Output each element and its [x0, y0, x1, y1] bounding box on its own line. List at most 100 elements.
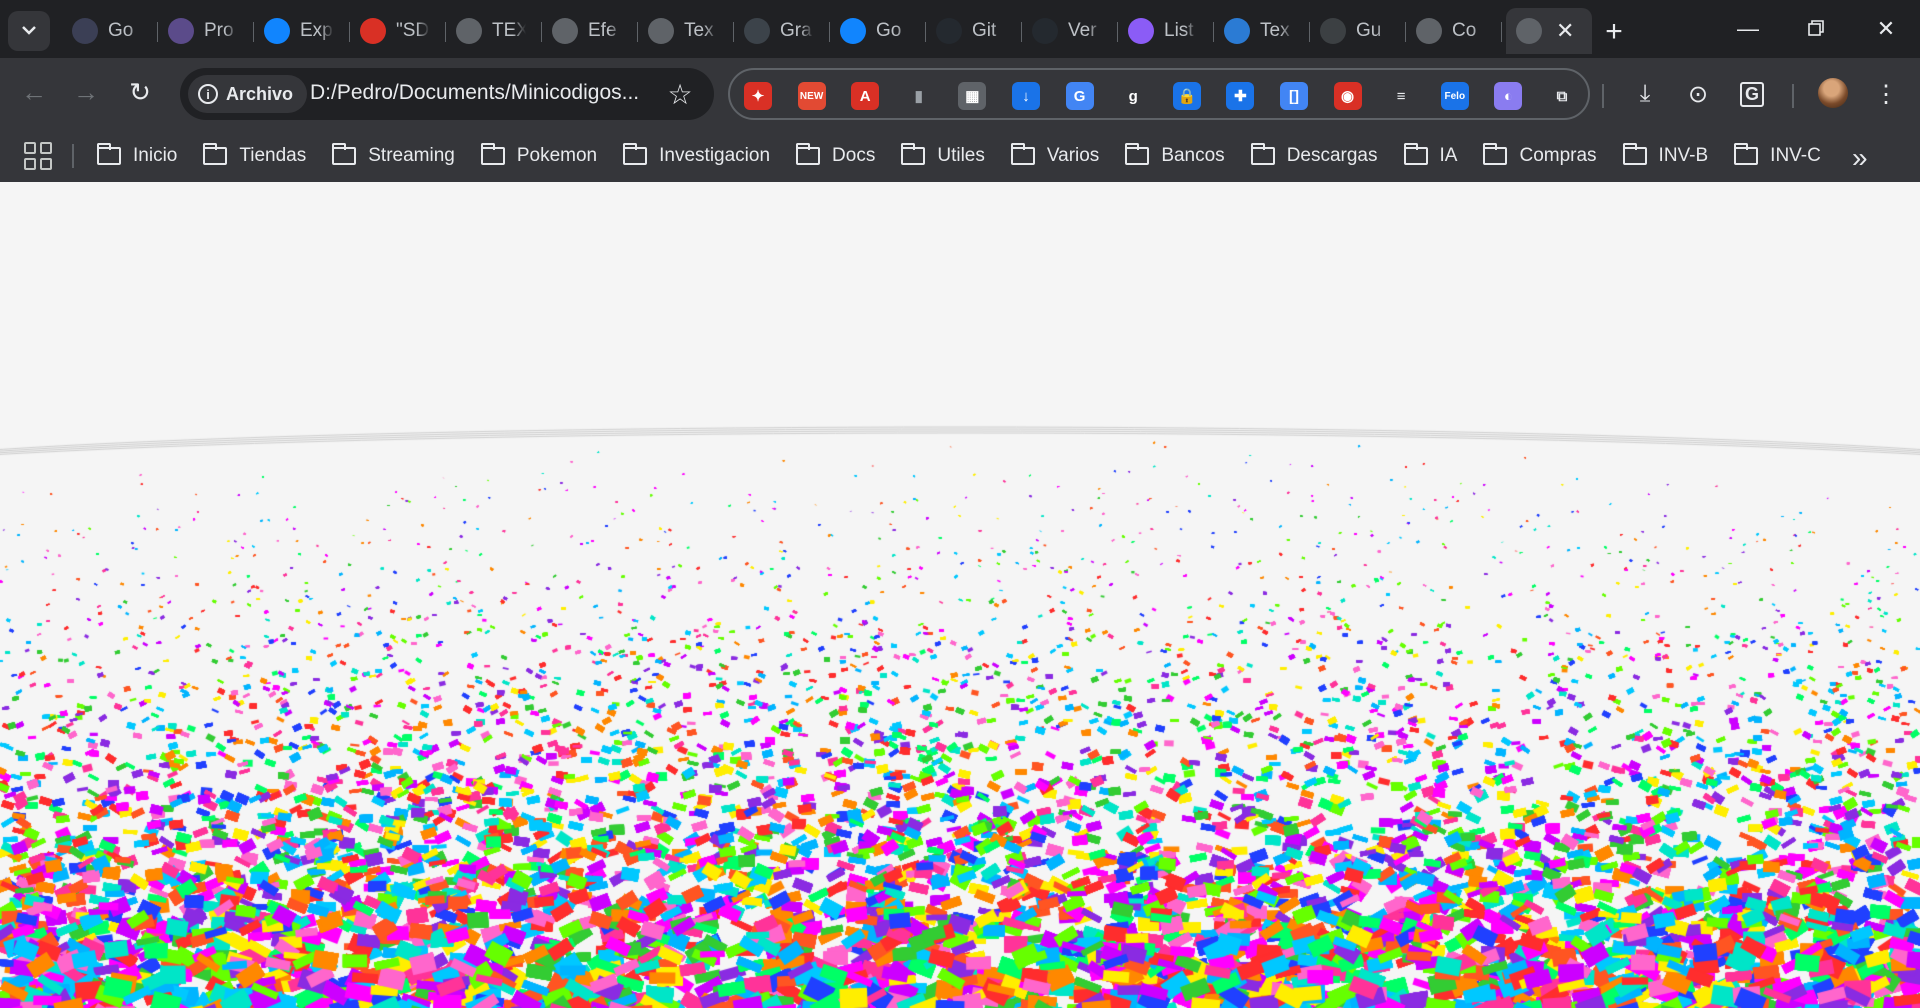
bookmark-folder[interactable]: INV-C [1734, 143, 1821, 167]
browser-tab[interactable]: Exp [254, 8, 350, 54]
bookmark-folder[interactable]: Utiles [901, 143, 985, 167]
bookmark-folder[interactable]: IA [1403, 143, 1457, 167]
swirl-icon [1320, 18, 1346, 44]
image-extension-icon[interactable]: ▦ [958, 82, 987, 110]
tab-title: Exp [300, 20, 333, 41]
bars-extension-icon[interactable]: ≡ [1387, 82, 1415, 110]
toolbar-divider [1602, 84, 1604, 108]
browser-tab[interactable]: Gra [734, 8, 830, 54]
folder-icon [332, 143, 357, 165]
apps-grid-icon[interactable] [24, 142, 52, 170]
tab-title: Tex [684, 20, 714, 41]
plus-icon: + [1605, 15, 1623, 48]
bookmark-folder[interactable]: Compras [1483, 143, 1597, 167]
folder-icon [796, 143, 821, 165]
new-tab-button[interactable]: + [1596, 14, 1632, 50]
folder-icon [901, 143, 926, 165]
bookmark-folder[interactable]: Inicio [97, 143, 177, 167]
restore-icon [1808, 16, 1824, 42]
bookmark-folder[interactable]: Bancos [1125, 143, 1225, 167]
bookmark-folder[interactable]: Streaming [332, 143, 455, 167]
close-tab-icon[interactable]: ✕ [1556, 18, 1574, 44]
close-icon: ✕ [1876, 16, 1896, 41]
translate-button[interactable]: G [1732, 74, 1772, 114]
reload-button[interactable]: ↻ [120, 72, 160, 112]
back-button[interactable]: ← [14, 72, 54, 112]
bookmark-folder[interactable]: Descargas [1250, 143, 1378, 167]
browser-tab[interactable]: Pro [158, 8, 254, 54]
folder-icon [1403, 143, 1428, 165]
confetti-3d-scene[interactable] [0, 182, 1920, 1008]
active-browser-tab[interactable]: ✕ [1506, 8, 1592, 54]
tab-title: Pro [204, 20, 234, 41]
bracket-extension-icon[interactable]: [] [1280, 82, 1308, 110]
bookmark-folder[interactable]: Investigacion [623, 143, 770, 167]
minimize-icon: — [1737, 16, 1759, 41]
folder-icon [1010, 143, 1035, 165]
folder-icon [1125, 143, 1150, 165]
address-bar[interactable]: i Archivo D:/Pedro/Documents/Minicodigos… [180, 68, 714, 120]
download-extension-icon[interactable]: ↓ [1012, 82, 1040, 110]
page-content [0, 182, 1920, 1008]
browser-tab[interactable]: Tex [638, 8, 734, 54]
browser-tab[interactable]: Go [830, 8, 926, 54]
plus-extension-icon[interactable]: ✚ [1226, 82, 1255, 110]
translate-extension-icon[interactable]: G [1065, 82, 1094, 110]
grammarly-extension-icon[interactable]: g [1119, 82, 1147, 110]
lock-extension-icon[interactable]: 🔒 [1172, 82, 1201, 110]
wordpress-icon [744, 18, 770, 44]
folder-icon [1250, 143, 1275, 165]
browser-tab[interactable]: Git [926, 8, 1022, 54]
folder-icon [203, 143, 228, 165]
downloads-button[interactable]: ⤓ [1625, 74, 1665, 114]
browser-tab[interactable]: Co [1406, 8, 1502, 54]
bookmark-folder[interactable]: INV-B [1622, 143, 1708, 167]
bookmark-label: Pokemon [516, 145, 598, 166]
felo-extension-icon[interactable]: Felo [1440, 82, 1469, 110]
site-info-chip[interactable]: i Archivo [188, 75, 308, 113]
folder-icon [97, 143, 121, 165]
browser-tab[interactable]: Gu [1310, 8, 1406, 54]
browser-tab[interactable]: TEX [446, 8, 542, 54]
reload-icon: ↻ [129, 76, 151, 107]
screenshot-button[interactable]: ⊙ [1678, 74, 1718, 114]
folder-icon [480, 143, 505, 165]
browser-tab[interactable]: Go [62, 8, 158, 54]
github-icon [1032, 18, 1058, 44]
tab-title: Go [108, 20, 134, 41]
new-folder-extension-icon[interactable]: NEW [797, 82, 826, 110]
forward-button[interactable]: → [66, 72, 106, 112]
browser-tab[interactable]: "SD [350, 8, 446, 54]
bookmark-label: Tiendas [239, 145, 307, 166]
minimize-button[interactable]: — [1724, 10, 1772, 48]
tab-list: Go Pro Exp "SD TEX Efe Tex Gra Go Git Ver List Tex Gu… [62, 8, 1592, 58]
browser-tab[interactable]: Ver [1022, 8, 1118, 54]
extensions-bar: ✦ NEW A ▮ ▦ ↓ Gg 🔒 ✚ [] ◉ ≡ Felo ◐ ⧉ [728, 68, 1590, 120]
bookmark-folder[interactable]: Pokemon [480, 143, 598, 167]
close-window-button[interactable]: ✕ [1862, 10, 1910, 48]
browser-tab[interactable]: Efe [542, 8, 638, 54]
puzzle-extension-icon[interactable]: ⧉ [1548, 82, 1576, 110]
bookmark-label: Utiles [937, 145, 985, 166]
bookmark-folder[interactable]: Tiendas [203, 143, 307, 167]
tab-title: Co [1452, 20, 1477, 41]
bookmark-folder[interactable]: Varios [1010, 143, 1099, 167]
bookmark-folder[interactable]: Docs [796, 143, 875, 167]
calendar-50-icon [360, 18, 386, 44]
more-bookmarks-icon[interactable]: » [1852, 142, 1868, 174]
restore-button[interactable] [1792, 10, 1840, 48]
bookmark-label: Descargas [1286, 145, 1378, 166]
profile-avatar[interactable] [1818, 78, 1848, 108]
record-extension-icon[interactable]: ◉ [1333, 82, 1362, 110]
bookmark-star-button[interactable]: ☆ [662, 76, 698, 112]
browser-tab[interactable]: List [1118, 8, 1214, 54]
tab-search-button[interactable] [8, 11, 50, 51]
bottle-extension-icon[interactable]: ▮ [905, 82, 933, 110]
magic-wand-extension-icon[interactable]: ✦ [744, 82, 772, 110]
url-text[interactable]: D:/Pedro/Documents/Minicodigos... [310, 81, 639, 105]
bookmark-folders: Inicio Tiendas Streaming Pokemon Investigaci… [97, 130, 1847, 182]
browser-tab[interactable]: Tex [1214, 8, 1310, 54]
a-circle-extension-icon[interactable]: A [851, 82, 880, 110]
menu-button[interactable]: ⋮ [1866, 74, 1906, 114]
purple-extension-icon[interactable]: ◐ [1494, 82, 1523, 110]
